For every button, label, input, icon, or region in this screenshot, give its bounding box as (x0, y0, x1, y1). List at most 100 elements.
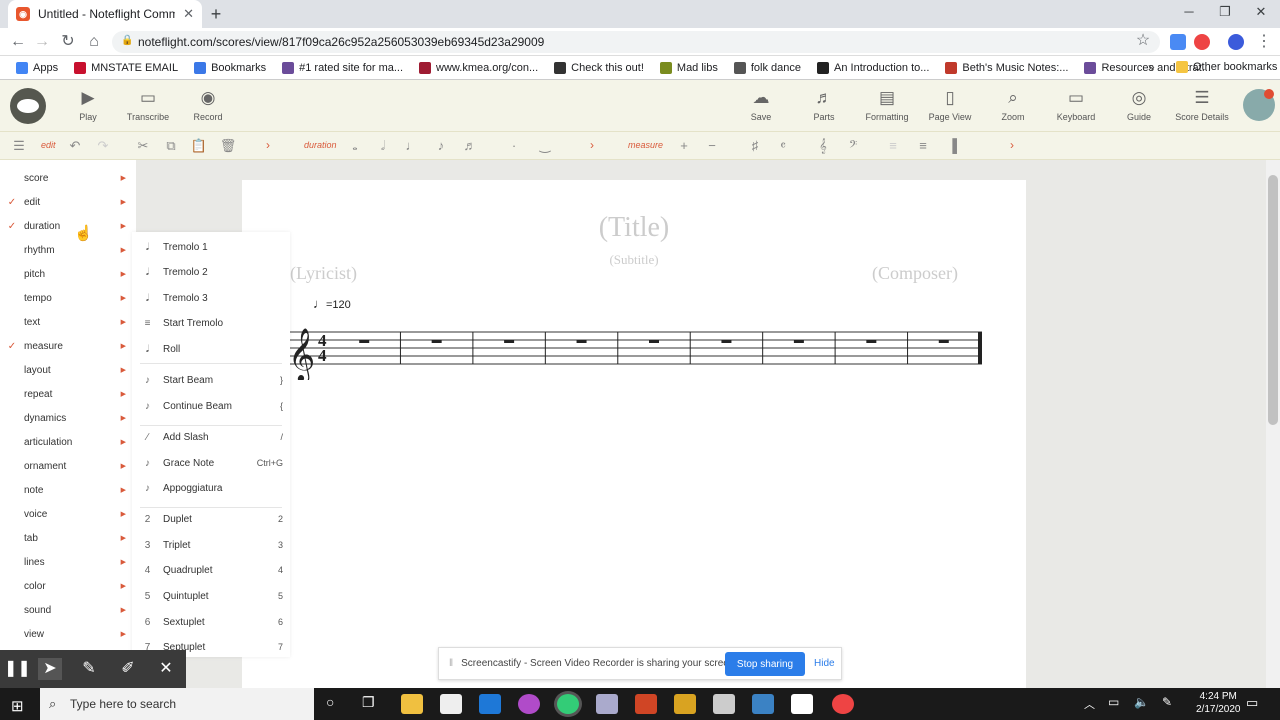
volume-icon[interactable]: 🔈 (1134, 695, 1149, 709)
music-extension-icon[interactable] (1228, 34, 1244, 50)
menu-item-note[interactable]: note ▶ (0, 478, 132, 502)
menu-item-tab[interactable]: tab ▶ (0, 526, 132, 550)
score-lyricist[interactable]: (Lyricist) (290, 263, 357, 284)
section-arrow-icon[interactable]: › (1010, 138, 1014, 152)
half-note-icon[interactable]: 𝅗𝅥 (374, 138, 392, 154)
submenu-item-roll[interactable]: 𝅘𝅥 Roll (132, 337, 290, 361)
tempo-marking[interactable]: ♩=120 (313, 296, 351, 311)
menu-item-view[interactable]: view ▶ (0, 622, 132, 646)
tab-close-icon[interactable]: ✕ (183, 6, 194, 22)
guide-tool-button[interactable]: ◎ Guide (1104, 88, 1174, 122)
menu-item-sound[interactable]: sound ▶ (0, 598, 132, 622)
treble-clef-icon[interactable]: 𝄞 (814, 138, 832, 154)
submenu-item-tremolo-3[interactable]: 𝅘𝅥 Tremolo 3 (132, 286, 290, 310)
pen-icon[interactable]: ✎ (77, 658, 101, 680)
bookmark-item[interactable]: folk dance (728, 61, 807, 74)
section-arrow-icon[interactable]: › (266, 138, 270, 152)
staff[interactable]: 𝄞 4 4 (286, 318, 986, 380)
whole-rest[interactable] (793, 340, 804, 343)
whole-rest[interactable] (504, 340, 515, 343)
maximize-icon[interactable]: ❐ (1210, 4, 1240, 20)
home-icon[interactable]: ⌂ (84, 32, 104, 52)
menu-item-lines[interactable]: lines ▶ (0, 550, 132, 574)
pause-icon[interactable]: ❚❚ (4, 658, 31, 680)
submenu-item-start-beam[interactable]: ♪ Start Beam} (132, 368, 290, 392)
system-clock[interactable]: 4:24 PM 2/17/2020 (1196, 690, 1241, 716)
menu-item-dynamics[interactable]: dynamics ▶ (0, 406, 132, 430)
copy-icon[interactable]: ⧉ (162, 138, 180, 154)
hide-link[interactable]: Hide (814, 658, 835, 669)
submenu-item-duplet[interactable]: 2 Duplet 2 (132, 507, 290, 531)
record-tool-button[interactable]: ◉ Record (173, 88, 243, 122)
bookmark-item[interactable]: #1 rated site for ma... (276, 61, 409, 74)
minimize-icon[interactable]: ─ (1174, 4, 1204, 19)
menu-item-ornament[interactable]: ornament ▶ (0, 454, 132, 478)
menu-item-color[interactable]: color ▶ (0, 574, 132, 598)
eraser-icon[interactable]: ✐ (116, 658, 140, 680)
notifications-icon[interactable]: ▭ (1246, 695, 1258, 711)
browser-tab[interactable]: ◉ Untitled - Noteflight Community ✕ (8, 0, 202, 28)
reload-icon[interactable]: ↻ (58, 32, 78, 52)
bookmark-item[interactable]: Beth's Music Notes:... (939, 61, 1074, 74)
menu-item-measure[interactable]: ✓ measure ▶ (0, 334, 132, 358)
paste-icon[interactable]: 📋 (190, 138, 208, 154)
tie-icon[interactable]: ‿ (536, 138, 554, 154)
menu-item-pitch[interactable]: pitch ▶ (0, 262, 132, 286)
app-icon[interactable] (713, 694, 735, 714)
whole-rest[interactable] (359, 340, 370, 343)
chrome-icon[interactable] (832, 694, 854, 714)
screencastify-extension-icon[interactable] (1194, 34, 1210, 50)
window-close-icon[interactable]: ✕ (1246, 4, 1276, 20)
menu-item-repeat[interactable]: repeat ▶ (0, 382, 132, 406)
submenu-item-start-tremolo[interactable]: ≡ Start Tremolo (132, 311, 290, 335)
network-icon[interactable]: ▭ (1108, 695, 1119, 709)
menu-item-articulation[interactable]: articulation ▶ (0, 430, 132, 454)
page-view-tool-button[interactable]: ▯ Page View (915, 88, 985, 122)
menu-item-voice[interactable]: voice ▶ (0, 502, 132, 526)
pen-tray-icon[interactable]: ✎ (1162, 695, 1172, 709)
star-icon[interactable]: ☆ (1133, 31, 1153, 51)
new-tab-button[interactable]: + (206, 4, 226, 24)
forward-arrow-icon[interactable]: → (32, 32, 52, 52)
menu-item-duration[interactable]: ✓ duration ▶ (0, 214, 132, 238)
drag-handle-icon[interactable]: ‖ (449, 658, 453, 669)
eighth-note-icon[interactable]: ♪ (432, 138, 450, 153)
submenu-item-tremolo-2[interactable]: 𝅘𝅥 Tremolo 2 (132, 260, 290, 284)
hamburger-menu-icon[interactable]: ☰ (10, 138, 28, 154)
bookmark-item[interactable]: Check this out! (548, 61, 650, 74)
app-icon[interactable] (752, 694, 774, 714)
bass-clef-icon[interactable]: 𝄢 (844, 138, 862, 154)
keyboard-tool-button[interactable]: ▭ Keyboard (1041, 88, 1111, 122)
dot-icon[interactable]: · (505, 138, 523, 153)
submenu-item-grace-note[interactable]: ♪ Grace Note Ctrl+G (132, 451, 290, 475)
delete-icon[interactable]: 🗑 (219, 138, 237, 154)
powerpoint-icon[interactable] (635, 694, 657, 714)
submenu-item-appoggiatura[interactable]: ♪ Appoggiatura (132, 476, 290, 500)
score-composer[interactable]: (Composer) (872, 263, 958, 284)
lock-icon[interactable]: 🔒 (121, 35, 133, 46)
formatting-tool-button[interactable]: ▤ Formatting (852, 88, 922, 122)
whole-rest[interactable] (431, 340, 442, 343)
undo-icon[interactable]: ↶ (66, 138, 84, 154)
score-title[interactable]: (Title) (242, 212, 1026, 244)
submenu-item-quintuplet[interactable]: 5 Quintuplet 5 (132, 584, 290, 608)
sixteenth-note-icon[interactable]: ♬ (461, 138, 479, 153)
section-arrow-icon[interactable]: › (590, 138, 594, 152)
repeat-barline-icon[interactable]: ≡ (914, 138, 932, 153)
final-barline-icon[interactable]: ▌ (948, 138, 966, 153)
chrome-icon[interactable] (557, 694, 579, 714)
whole-note-icon[interactable]: 𝅝 (346, 138, 364, 154)
submenu-item-continue-beam[interactable]: ♪ Continue Beam { (132, 394, 290, 418)
windows-start-icon[interactable]: ⊞ (11, 697, 24, 715)
key-signature-icon[interactable]: ♯ (746, 138, 764, 153)
submenu-item-quadruplet[interactable]: 4 Quadruplet 4 (132, 558, 290, 582)
whole-rest[interactable] (576, 340, 587, 343)
remove-measure-icon[interactable]: − (703, 138, 721, 153)
tray-chevron-icon[interactable]: ︿ (1084, 696, 1095, 712)
edge-icon[interactable] (479, 694, 501, 714)
quarter-note-icon[interactable]: ♩ (403, 138, 421, 153)
itunes-icon[interactable] (518, 694, 540, 714)
back-arrow-icon[interactable]: ← (8, 32, 28, 52)
barline-icon[interactable]: ≡ (884, 138, 902, 153)
menu-item-rhythm[interactable]: rhythm ▶ (0, 238, 132, 262)
